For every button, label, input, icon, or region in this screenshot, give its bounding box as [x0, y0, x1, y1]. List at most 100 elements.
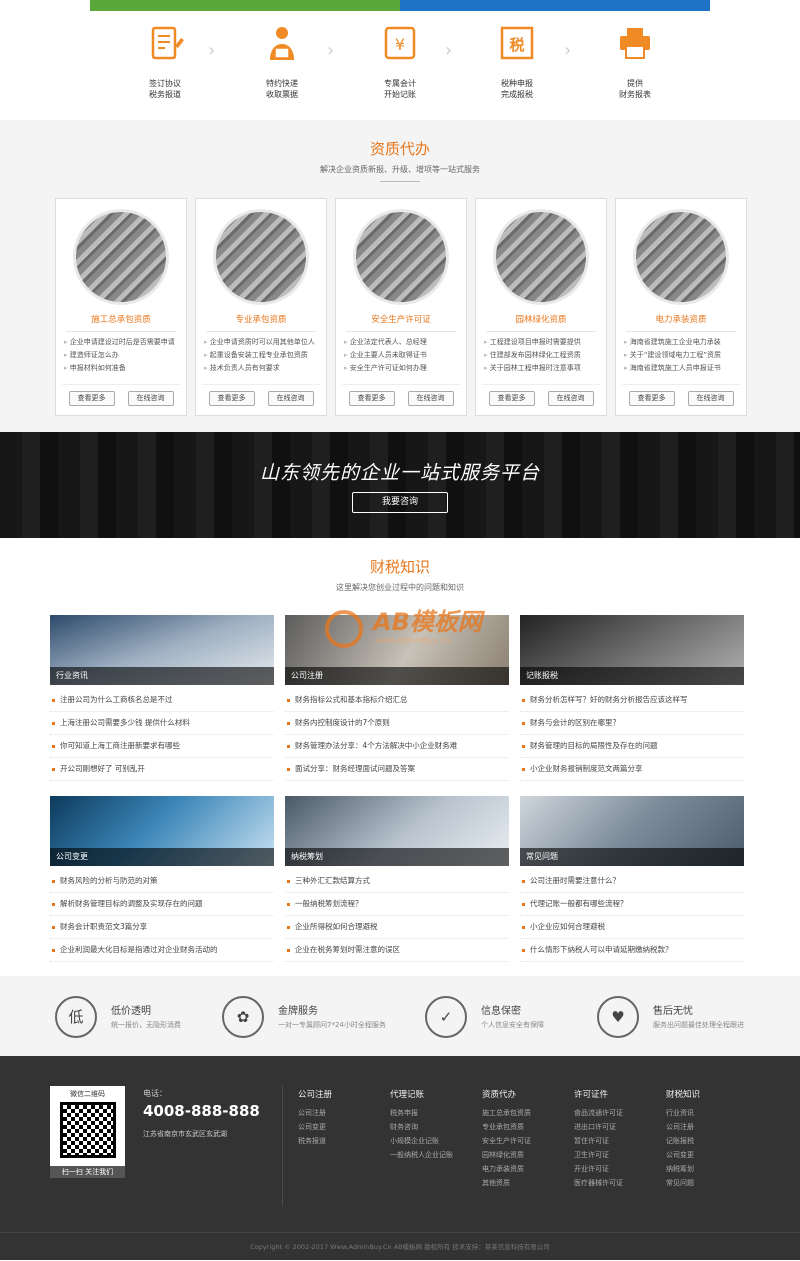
card-list: 企业法定代表人、总经理企业主要人员未取得证书安全生产许可证如何办理	[336, 336, 466, 375]
card-list-item[interactable]: 企业法定代表人、总经理	[344, 336, 458, 349]
footer-link[interactable]: 食品流通许可证	[574, 1106, 623, 1120]
footer-link[interactable]: 电力承装资质	[482, 1162, 531, 1176]
footer-link[interactable]: 暂住许可证	[574, 1134, 623, 1148]
footer-link[interactable]: 记账报税	[666, 1134, 700, 1148]
view-more-button[interactable]: 查看更多	[488, 391, 535, 406]
footer-link[interactable]: 进出口许可证	[574, 1120, 623, 1134]
card-list-item[interactable]: 海南省建筑施工人员申报证书	[624, 362, 738, 375]
article-link[interactable]: 企业利润最大化目标是指通过对企业财务活动的	[50, 939, 274, 962]
column-image[interactable]: 记账报税	[520, 615, 744, 685]
column-label[interactable]: 行业资讯	[50, 667, 274, 685]
footer-link[interactable]: 一般纳税人企业记账	[390, 1148, 453, 1162]
article-link[interactable]: 开公司刚想好了 可别乱开	[50, 758, 274, 781]
footer-link[interactable]: 专业承包资质	[482, 1120, 531, 1134]
card-list-item[interactable]: 企业申请资质时可以用其他单位人	[204, 336, 318, 349]
footer-link[interactable]: 施工总承包资质	[482, 1106, 531, 1120]
step-sign[interactable]: 签订协议 税务报道	[120, 22, 210, 100]
footer-link[interactable]: 税务申报	[390, 1106, 453, 1120]
card-list-item[interactable]: 安全生产许可证如何办理	[344, 362, 458, 375]
column-image[interactable]: 常见问题	[520, 796, 744, 866]
column-image[interactable]: 纳税筹划	[285, 796, 509, 866]
card-list-item[interactable]: 企业主要人员未取得证书	[344, 349, 458, 362]
step-report[interactable]: 提供 财务报表	[590, 22, 680, 100]
footer-link[interactable]: 公司变更	[298, 1120, 332, 1134]
card-list-item[interactable]: 企业申请建设过时后是否需要申请	[64, 336, 178, 349]
view-more-button[interactable]: 查看更多	[628, 391, 675, 406]
footer-link[interactable]: 园林绿化资质	[482, 1148, 531, 1162]
article-link[interactable]: 财务会计职责范文3篇分享	[50, 916, 274, 939]
footer-link[interactable]: 小规模企业记账	[390, 1134, 453, 1148]
article-link[interactable]: 上海注册公司需要多少钱 提供什么材料	[50, 712, 274, 735]
footer-link[interactable]: 税务报道	[298, 1134, 332, 1148]
column-label[interactable]: 纳税筹划	[285, 848, 509, 866]
card-list-item[interactable]: 起重设备安装工程专业承包资质	[204, 349, 318, 362]
article-link[interactable]: 一般纳税筹划流程？	[285, 893, 509, 916]
view-more-button[interactable]: 查看更多	[68, 391, 115, 406]
view-more-button[interactable]: 查看更多	[208, 391, 255, 406]
article-link[interactable]: 面试分享：财务经理面试问题及答案	[285, 758, 509, 781]
footer-link[interactable]: 公司注册	[298, 1106, 332, 1120]
article-link[interactable]: 财务管理的目标的局限性及存在的问题	[520, 735, 744, 758]
card-list-item[interactable]: 技术负责人员有何要求	[204, 362, 318, 375]
online-consult-button[interactable]: 在线咨询	[547, 391, 594, 406]
footer-link[interactable]: 开业许可证	[574, 1162, 623, 1176]
article-link[interactable]: 财务分析怎样写？好的财务分析报告应该这样写	[520, 689, 744, 712]
article-link[interactable]: 企业所得税如何合理避税	[285, 916, 509, 939]
card-title[interactable]: 专业承包资质	[196, 313, 326, 325]
online-consult-button[interactable]: 在线咨询	[687, 391, 734, 406]
step-courier[interactable]: 特约快递 收取票据	[237, 22, 327, 100]
article-link[interactable]: 小企业应如何合理避税	[520, 916, 744, 939]
card-title[interactable]: 园林绿化资质	[476, 313, 606, 325]
card-list-item[interactable]: 申报材料如何准备	[64, 362, 178, 375]
column-label[interactable]: 公司变更	[50, 848, 274, 866]
footer-link[interactable]: 医疗器械许可证	[574, 1176, 623, 1190]
footer-link[interactable]: 卫生许可证	[574, 1148, 623, 1162]
consult-button[interactable]: 我要咨询	[352, 492, 448, 513]
column-label[interactable]: 记账报税	[520, 667, 744, 685]
step-accounting[interactable]: ¥ 专属会计 开始记账	[355, 22, 445, 100]
article-link[interactable]: 你可知道上海工商注册新要求有哪些	[50, 735, 274, 758]
card-list-item[interactable]: 建造师证怎么办	[64, 349, 178, 362]
online-consult-button[interactable]: 在线咨询	[267, 391, 314, 406]
footer-link[interactable]: 行业资讯	[666, 1106, 700, 1120]
column-label[interactable]: 常见问题	[520, 848, 744, 866]
article-link[interactable]: 注册公司为什么工商核名总是不过	[50, 689, 274, 712]
card-list-item[interactable]: 关于园林工程申报时注意事项	[484, 362, 598, 375]
online-consult-button[interactable]: 在线咨询	[407, 391, 454, 406]
column-label[interactable]: 公司注册	[285, 667, 509, 685]
article-link[interactable]: 财务与会计的区别在哪里？	[520, 712, 744, 735]
footer-link[interactable]: 财务咨询	[390, 1120, 453, 1134]
article-link[interactable]: 财务内控制度设计的7个原则	[285, 712, 509, 735]
phone-number[interactable]: 4008-888-888	[143, 1102, 260, 1120]
column-image[interactable]: 公司变更	[50, 796, 274, 866]
article-link[interactable]: 财务管理办法分享：4个方法解决中小企业财务难	[285, 735, 509, 758]
card-title[interactable]: 施工总承包资质	[56, 313, 186, 325]
card-list-item[interactable]: 海南省建筑施工企业电力承装	[624, 336, 738, 349]
article-link[interactable]: 企业在税务筹划时需注意的误区	[285, 939, 509, 962]
footer-link[interactable]: 公司变更	[666, 1148, 700, 1162]
footer-link[interactable]: 常见问题	[666, 1176, 700, 1190]
article-link[interactable]: 代理记账一般都有哪些流程？	[520, 893, 744, 916]
article-link[interactable]: 公司注册时需要注意什么？	[520, 870, 744, 893]
article-link[interactable]: 小企业财务报销制度范文两篇分享	[520, 758, 744, 781]
card-list-item[interactable]: 工程建设项目申报时需要提供	[484, 336, 598, 349]
article-link[interactable]: 三种外汇汇款结算方式	[285, 870, 509, 893]
card-list-item[interactable]: 关于“建设领域电力工程”资质	[624, 349, 738, 362]
step-tax[interactable]: 税 税种申报 完成报税	[472, 22, 562, 100]
card-title[interactable]: 电力承装资质	[616, 313, 746, 325]
view-more-button[interactable]: 查看更多	[348, 391, 395, 406]
heart-icon: ♥	[597, 996, 639, 1038]
article-link[interactable]: 解析财务管理目标的调整及实现存在的问题	[50, 893, 274, 916]
online-consult-button[interactable]: 在线咨询	[127, 391, 174, 406]
card-title[interactable]: 安全生产许可证	[336, 313, 466, 325]
watermark-logo: AB模板网 www.AdminBuy.Cn	[325, 596, 515, 666]
card-list-item[interactable]: 住建部发布园林绿化工程资质	[484, 349, 598, 362]
article-link[interactable]: 财务风险的分析与防范的对策	[50, 870, 274, 893]
footer-link[interactable]: 安全生产许可证	[482, 1134, 531, 1148]
footer-link[interactable]: 公司注册	[666, 1120, 700, 1134]
footer-link[interactable]: 其他资质	[482, 1176, 531, 1190]
article-link[interactable]: 什么情形下纳税人可以申请延期缴纳税款？	[520, 939, 744, 962]
article-link[interactable]: 财务指标公式和基本指标介绍汇总	[285, 689, 509, 712]
footer-link[interactable]: 纳税筹划	[666, 1162, 700, 1176]
column-image[interactable]: 行业资讯	[50, 615, 274, 685]
